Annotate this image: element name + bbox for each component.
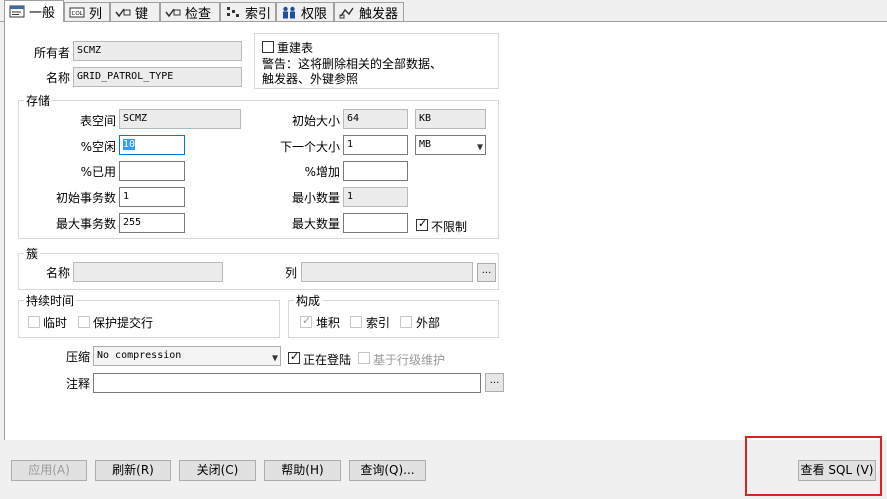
owner-label: 所有者 [33,46,70,60]
warning-text-2: 触发器、外键参照 [262,72,359,86]
refresh-button[interactable]: 刷新(R) [95,460,171,481]
temporary-checkbox[interactable] [28,316,40,328]
pctfree-input[interactable]: 10 [119,135,185,155]
tab-general[interactable]: 一般 [4,0,64,22]
row-movement-checkbox[interactable] [358,352,370,364]
index-organized-label: 索引 [366,316,391,330]
columns-icon: COL [69,7,85,17]
unlimited-label: 不限制 [431,220,468,234]
pctused-input[interactable] [119,161,185,181]
tab-keys[interactable]: 键 [110,2,160,22]
owner-field: SCMZ [73,41,242,61]
cluster-name-label: 名称 [45,266,70,280]
maxextents-label: 最大数量 [291,217,340,231]
checkmark-icon: ✓ [418,217,428,230]
query-button[interactable]: 查询(Q)... [349,460,426,481]
initial-label: 初始大小 [291,114,340,128]
tablespace-label: 表空间 [79,114,116,128]
tab-checks[interactable]: 检查 [160,2,220,22]
checkmark-icon: ✓ [302,314,312,327]
unlimited-checkbox[interactable]: ✓ [416,217,428,231]
comment-edit-button[interactable]: ... [485,373,504,392]
maxtrans-input[interactable]: 255 [119,213,185,233]
pctused-label: %已用 [80,165,116,179]
compression-value: No compression [97,350,182,361]
minextents-label: 最小数量 [291,191,340,205]
tab-label: 一般 [29,6,56,21]
tab-label: 检查 [185,6,212,22]
cluster-columns-button[interactable]: ... [477,263,496,282]
initial-unit: KB [415,109,486,129]
checkmark-icon: ✓ [290,350,300,363]
chevron-down-icon: ▼ [271,353,278,364]
storage-title: 存储 [24,92,53,109]
cluster-title: 簇 [24,245,41,262]
tablespace-field: SCMZ [119,109,241,129]
name-field: GRID_PATROL_TYPE [73,67,242,87]
logging-label: 正在登陆 [303,353,352,367]
preserve-rows-label: 保护提交行 [93,316,154,330]
external-label: 外部 [416,316,441,330]
cluster-columns-field [301,262,473,282]
next-unit-select[interactable]: MB ▼ [415,135,486,155]
check-icon [165,8,181,17]
apply-button[interactable]: 应用(A) [11,460,87,481]
comment-label: 注释 [65,377,90,391]
next-unit-value: MB [419,139,432,150]
comment-input[interactable] [93,373,481,393]
tab-bar: 一般 COL 列 键 检查 索引 权限 触发器 [0,0,887,22]
tab-label: 列 [89,6,103,22]
pctincrease-input[interactable] [343,161,408,181]
temporary-label: 临时 [43,316,68,330]
minextents-field: 1 [343,187,408,207]
index-icon [226,6,239,17]
pctfree-value: 10 [123,139,136,150]
duration-title: 持续时间 [24,292,77,309]
tab-columns[interactable]: COL 列 [64,2,110,22]
view-sql-button[interactable]: 查看 SQL (V) [798,460,876,481]
tab-label: 权限 [301,6,328,22]
name-label: 名称 [45,71,70,85]
svg-text:COL: COL [72,11,84,17]
tab-triggers[interactable]: 触发器 [334,2,404,22]
rebuild-label: 重建表 [277,41,314,55]
tab-label: 键 [135,6,149,22]
external-checkbox[interactable] [400,316,412,328]
initrans-label: 初始事务数 [55,191,116,205]
maxextents-input[interactable] [343,213,408,233]
cluster-columns-label: 列 [284,266,297,280]
triggers-icon [339,7,354,18]
privileges-icon [283,6,295,18]
initrans-input[interactable]: 1 [119,187,185,207]
next-label: 下一个大小 [279,140,340,154]
tab-indexes[interactable]: 索引 [220,2,276,22]
rebuild-checkbox[interactable] [262,41,274,53]
preserve-rows-checkbox[interactable] [78,316,90,328]
maxtrans-label: 最大事务数 [55,217,116,231]
tab-privileges[interactable]: 权限 [276,2,334,22]
cluster-name-field [73,262,223,282]
help-button[interactable]: 帮助(H) [264,460,341,481]
pctincrease-label: %增加 [304,165,340,179]
tab-label: 触发器 [359,6,399,22]
close-button[interactable]: 关闭(C) [179,460,256,481]
heap-label: 堆积 [316,316,341,330]
compression-select[interactable]: No compression ▼ [93,346,281,366]
row-movement-label: 基于行级维护 [373,353,446,367]
pctfree-label: %空闲 [80,140,116,154]
tab-label: 索引 [244,6,271,22]
general-icon [9,5,25,18]
logging-checkbox[interactable]: ✓ [288,350,300,364]
heap-checkbox[interactable]: ✓ [300,314,312,328]
index-organized-checkbox[interactable] [350,316,362,328]
next-input[interactable]: 1 [343,135,408,155]
compression-label: 压缩 [65,350,90,364]
initial-field: 64 [343,109,408,129]
organization-title: 构成 [294,292,323,309]
keys-icon [115,8,131,17]
chevron-down-icon: ▼ [476,142,483,153]
